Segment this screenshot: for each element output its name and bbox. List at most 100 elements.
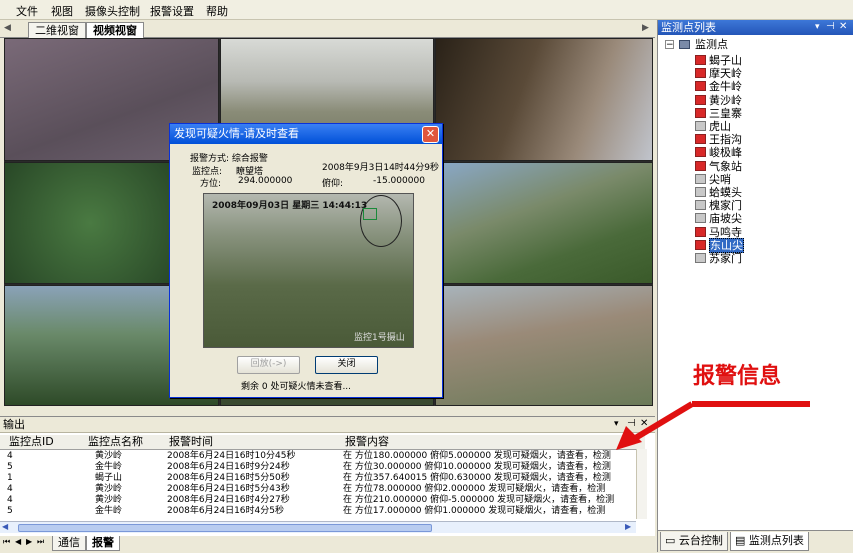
tree-item[interactable]: 虎山	[695, 120, 731, 133]
table-cell: 2008年6月24日16时4分27秒	[167, 495, 290, 505]
output-bottom-tabs: ⏮ ◀ ▶ ⏭ 通信 报警	[0, 536, 655, 552]
horizontal-scrollbar[interactable]: ◀ ▶	[0, 521, 636, 533]
tree-item[interactable]: 马鸣寺	[695, 226, 742, 239]
tab-scroll-right-icon[interactable]: ▶	[642, 23, 649, 33]
table-cell: 4	[7, 495, 13, 505]
tree-item-label: 气象站	[709, 159, 742, 173]
tree-item[interactable]: 槐家门	[695, 199, 742, 212]
table-cell: 2008年6月24日16时5分43秒	[167, 484, 290, 494]
table-cell: 黄沙岭	[95, 495, 123, 505]
tab-2d-view[interactable]: 二维视窗	[28, 22, 86, 39]
table-cell: 2008年6月24日16时10分45秒	[167, 451, 296, 461]
tree-root[interactable]: 监测点	[695, 38, 728, 51]
panel-pin-icon[interactable]: ⊣	[826, 21, 835, 32]
table-cell: 在 方位30.000000 俯仰10.000000 发现可疑烟火，请查看，检测	[343, 462, 611, 472]
camera-status-icon	[695, 187, 706, 197]
alarm-method: 报警方式: 综合报警	[190, 154, 268, 164]
tree-item[interactable]: 金牛岭	[695, 80, 742, 93]
table-row[interactable]: 4 黄沙岭 2008年6月24日16时4分27秒 在 方位210.000000 俯仰-…	[0, 495, 645, 506]
video-feed-3[interactable]	[435, 38, 653, 161]
fire-marker-circle	[360, 195, 402, 247]
tree-item[interactable]: 蛤蟆头	[695, 186, 742, 199]
menu-help[interactable]: 帮助	[206, 3, 228, 19]
close-icon[interactable]: ✕	[422, 126, 439, 143]
col-point-name[interactable]: 监控点名称	[88, 435, 143, 449]
pitch-value: -15.000000	[373, 176, 425, 186]
tab-alarm[interactable]: 报警	[86, 536, 120, 551]
tree-item[interactable]: 尖哨	[695, 173, 731, 186]
last-page-icon[interactable]: ⏭	[37, 537, 44, 547]
tree-item[interactable]: 峻极峰	[695, 146, 742, 159]
tree-item[interactable]: 摩天岭	[695, 67, 742, 80]
prev-page-icon[interactable]: ◀	[15, 537, 21, 546]
table-cell: 在 方位210.000000 俯仰-5.000000 发现可疑烟火，请查看，检测	[343, 495, 615, 505]
table-cell: 5	[7, 506, 13, 516]
table-cell: 2008年6月24日16时4分5秒	[167, 506, 284, 516]
panel-bottom-tabs: ▭ 云台控制 ▤ 监测点列表	[658, 530, 853, 553]
tree-item[interactable]: 三皇寨	[695, 107, 742, 120]
menu-camera-control[interactable]: 摄像头控制	[85, 3, 140, 19]
menu-bar: 文件 视图 摄像头控制 报警设置 帮助	[0, 0, 853, 20]
tree-item[interactable]: 庙坡尖	[695, 212, 742, 225]
camera-status-icon	[695, 121, 706, 131]
azimuth-label: 方位:	[200, 179, 222, 189]
replay-button[interactable]: 回放(->)	[237, 356, 300, 374]
close-button[interactable]: 关闭	[315, 356, 378, 374]
next-page-icon[interactable]: ▶	[26, 537, 32, 546]
tree-collapse-icon[interactable]: −	[665, 40, 674, 50]
table-cell: 黄沙岭	[95, 451, 123, 461]
menu-file[interactable]: 文件	[16, 3, 38, 19]
tree-item[interactable]: 东山尖	[695, 237, 744, 253]
tab-ptz-control[interactable]: ▭ 云台控制	[660, 532, 728, 551]
tab-monitor-list-label: 监测点列表	[748, 534, 804, 547]
panel-dropdown-icon[interactable]: ▾	[815, 22, 820, 32]
tree-item-label: 蝎子山	[709, 54, 742, 67]
tree-item[interactable]: 气象站	[695, 160, 742, 173]
video-feed-7[interactable]	[435, 285, 653, 406]
camera-status-icon	[695, 134, 706, 145]
tree-item-label: 峻极峰	[709, 146, 742, 160]
scroll-right-icon[interactable]: ▶	[625, 522, 631, 531]
menu-alarm-settings[interactable]: 报警设置	[150, 3, 194, 19]
table-row[interactable]: 4 黄沙岭 2008年6月24日16时5分43秒 在 方位78.000000 俯仰2.…	[0, 484, 645, 495]
camera-status-icon	[695, 147, 706, 158]
col-alarm-time[interactable]: 报警时间	[169, 435, 213, 449]
panel-close-icon[interactable]: ✕	[839, 21, 847, 32]
camera-status-icon	[695, 94, 706, 105]
menu-view[interactable]: 视图	[51, 3, 73, 19]
col-alarm-content[interactable]: 报警内容	[345, 435, 389, 449]
scroll-left-icon[interactable]: ◀	[2, 522, 8, 531]
table-row[interactable]: 4 黄沙岭 2008年6月24日16时10分45秒 在 方位180.000000 俯仰…	[0, 451, 645, 462]
tab-scroll-left-icon[interactable]: ◀	[4, 23, 11, 33]
tree-item-label: 黄沙岭	[709, 93, 742, 107]
video-feed-5[interactable]	[435, 162, 653, 284]
alarm-datetime: 2008年9月3日14时44分9秒	[322, 163, 439, 173]
snapshot-caption: 监控1号摄山	[354, 333, 405, 343]
camera-status-icon	[695, 239, 706, 250]
tab-monitor-list[interactable]: ▤ 监测点列表	[730, 532, 809, 551]
camera-status-icon	[695, 213, 706, 224]
monitor-folder-icon	[679, 40, 690, 49]
table-row[interactable]: 5 金牛岭 2008年6月24日16时9分24秒 在 方位30.000000 俯仰10…	[0, 462, 645, 473]
output-panel: 输出 ▾ ⊣ ✕ 监控点ID 监控点名称 报警时间 报警内容 4 黄沙岭 2008年…	[0, 416, 655, 536]
tab-video-view[interactable]: 视频视窗	[86, 22, 144, 39]
table-row[interactable]: 5 金牛岭 2008年6月24日16时4分5秒 在 方位17.000000 俯仰1.0…	[0, 506, 645, 517]
tree-item-label: 尖哨	[709, 172, 731, 186]
table-row[interactable]: 1 蝎子山 2008年6月24日16时5分50秒 在 方位357.640015 俯仰0…	[0, 473, 645, 484]
table-cell: 在 方位17.000000 俯仰1.000000 发现可疑烟火，请查看，检测	[343, 506, 606, 516]
tree-item[interactable]: 蝎子山	[695, 54, 742, 67]
table-header: 监控点ID 监控点名称 报警时间 报警内容	[0, 435, 645, 450]
col-point-id[interactable]: 监控点ID	[9, 435, 54, 449]
monitor-point-panel: 监测点列表 ▾ ⊣ ✕ − 监测点 蝎子山 摩天岭 金牛岭 黄沙岭 三皇寨 虎山 王指沟 峻极…	[657, 20, 853, 553]
tree-item-label: 苏家门	[709, 252, 742, 265]
tree-item[interactable]: 苏家门	[695, 252, 742, 265]
tab-communication[interactable]: 通信	[52, 536, 86, 551]
table-cell: 4	[7, 484, 13, 494]
annotation-label: 报警信息	[693, 364, 782, 389]
first-page-icon[interactable]: ⏮	[3, 537, 10, 547]
alarm-snapshot-image: 2008年09月03日 星期三 14:44:13 监控1号摄山	[203, 193, 414, 348]
tree-item[interactable]: 黄沙岭	[695, 94, 742, 107]
tree-item[interactable]: 王指沟	[695, 133, 742, 146]
scrollbar-thumb[interactable]	[18, 524, 432, 532]
table-cell: 黄沙岭	[95, 484, 123, 494]
